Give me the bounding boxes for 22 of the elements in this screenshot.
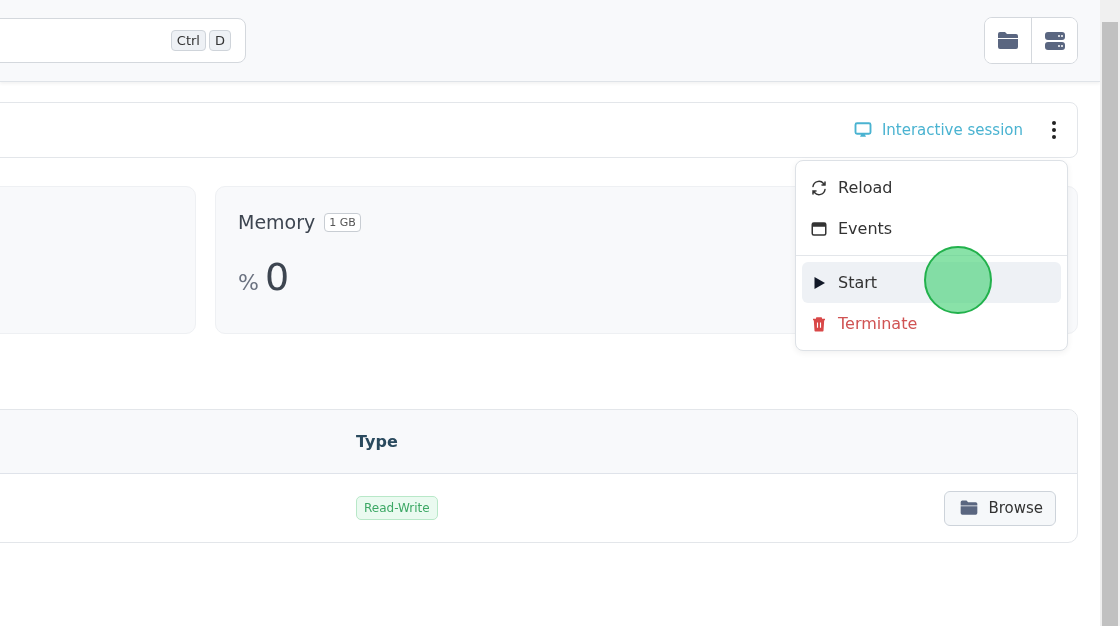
monitor-icon bbox=[853, 121, 872, 139]
server-button[interactable] bbox=[1031, 18, 1077, 63]
menu-item[interactable]: Reload bbox=[802, 167, 1061, 208]
calendar-icon bbox=[810, 219, 828, 238]
access-tag: Read-Write bbox=[356, 496, 438, 520]
trash-icon bbox=[810, 314, 828, 333]
menu-item[interactable]: Terminate bbox=[802, 303, 1061, 344]
menu-item[interactable]: Start bbox=[802, 262, 1061, 303]
menu-item[interactable]: Events bbox=[802, 208, 1061, 249]
memory-value: 0 bbox=[264, 255, 290, 299]
browse-button[interactable]: Browse bbox=[944, 490, 1056, 526]
search-field[interactable]: Ctrl D bbox=[0, 18, 246, 63]
reload-icon bbox=[810, 178, 828, 197]
column-header: Type bbox=[356, 432, 398, 451]
scrollbar[interactable] bbox=[1100, 0, 1120, 626]
shortcut-key: Ctrl bbox=[170, 30, 206, 51]
shortcut-key: D bbox=[209, 30, 231, 51]
more-menu-icon[interactable] bbox=[1051, 120, 1057, 140]
percent-unit: % bbox=[238, 270, 259, 295]
memory-size-tag: 1 GB bbox=[324, 212, 361, 232]
card-title: Memory bbox=[238, 211, 316, 233]
folder-icon bbox=[959, 498, 980, 518]
